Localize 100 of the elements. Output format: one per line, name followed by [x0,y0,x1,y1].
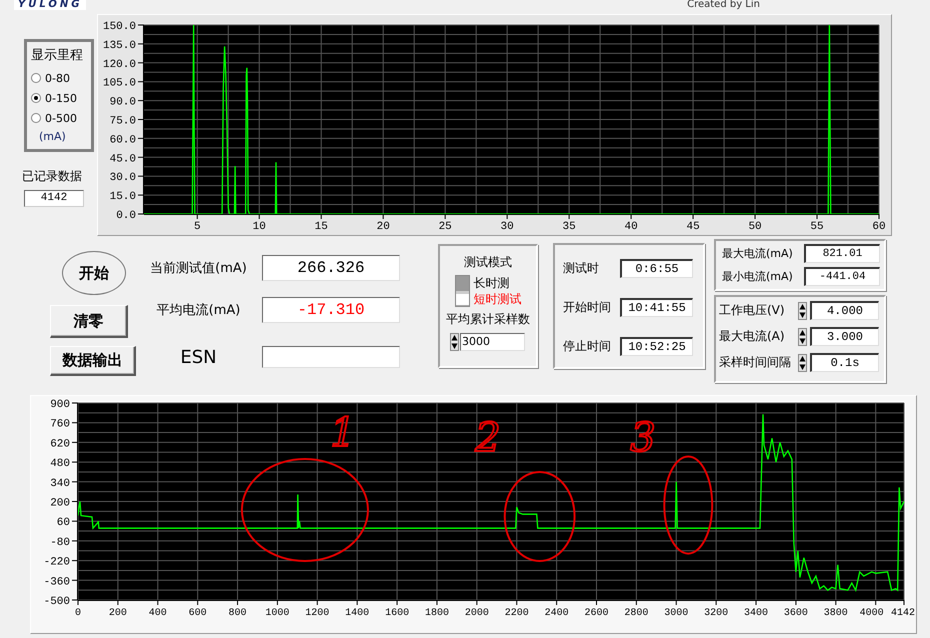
x-tick-label: 15 [314,221,328,233]
spinner-icon[interactable] [450,333,459,351]
y-tick-label: 30.0 [110,172,136,184]
y-tick-label: 105.0 [102,78,136,90]
y-tick-label: 90.0 [110,96,136,109]
y-tick-label: 480 [50,458,70,470]
extreme-field: -441.04 [804,267,880,286]
mode-option-label: 长时测 [474,275,510,291]
time-label: 开始时间 [563,299,611,316]
unit-label: (mA) [39,130,67,143]
setting-field[interactable]: 3.000 [810,327,879,346]
time-field: 10:41:55 [620,298,693,317]
x-tick-label: 25 [438,221,452,233]
x-tick-label: 3000 [664,608,688,619]
x-tick-label: 3400 [744,608,768,619]
action-button[interactable]: 数据输出 [50,346,136,376]
x-tick-label: 30 [500,221,514,233]
x-tick-label: 3800 [824,608,848,619]
x-tick-label: 3200 [704,608,728,619]
setting-label: 工作电压(V) [719,302,786,319]
group-title: 测试模式 [464,254,512,271]
x-tick-label: 20 [376,221,390,233]
handwritten-number: 1 [330,410,356,456]
group-title: 显示里程 [31,47,84,64]
extreme-label: 最大电流(mA) [722,246,793,261]
x-tick-label: 4000 [860,608,884,619]
mode-option-label: 短时测试 [474,291,522,307]
spinner-icon[interactable] [798,354,807,372]
time-label: 测试时 [563,260,599,277]
y-tick-label: 75.0 [110,116,136,128]
y-tick-label: 60 [56,517,70,530]
x-tick-label: 1800 [424,608,449,619]
x-tick-label: 55 [810,221,824,233]
y-tick-label: 150.0 [102,21,136,33]
radio-option[interactable]: 0-500 [31,108,89,128]
x-tick-label: 3600 [784,608,808,619]
switch-segment[interactable] [456,276,468,291]
reading-label: ESN [179,346,218,368]
extreme-label: 最小电流(mA) [722,269,793,284]
y-tick-label: 760 [50,418,70,431]
reading-label: 当前测试值(mA) [149,260,248,277]
y-tick-label: 120.0 [102,58,136,71]
x-tick-label: 2000 [464,608,489,619]
x-tick-label: 10 [252,221,266,233]
x-tick-label: 400 [148,608,167,619]
x-tick-label: 35 [562,221,576,233]
x-tick-label: 800 [228,608,247,619]
x-tick-label: 60 [872,221,886,233]
x-tick-label: 600 [188,608,207,619]
y-tick-label: -80 [50,536,70,549]
time-field: 0:6:55 [620,259,693,278]
handwritten-number: 3 [630,414,656,461]
x-tick-label: 2600 [584,608,608,619]
y-tick-label: 0.0 [116,210,136,222]
reading-field: 266.326 [262,255,400,281]
y-tick-label: 340 [50,478,70,490]
setting-label: 最大电流(A) [719,328,786,345]
x-tick-label: 1000 [265,608,290,619]
x-tick-label: 2200 [504,608,529,619]
handwritten-number: 2 [475,414,501,461]
y-tick-label: -360 [44,576,70,588]
record-count-field: 4142 [24,190,84,207]
y-tick-label: -220 [44,556,70,569]
y-tick-label: 15.0 [110,191,136,204]
x-tick-label: 0 [75,608,81,619]
x-tick-label: 40 [624,221,638,233]
x-tick-label: 50 [748,221,762,233]
reading-label: 平均电流(mA) [156,302,242,319]
x-tick-label: 4142 [891,608,916,619]
y-tick-label: 60.0 [110,134,136,146]
x-tick-label: 200 [108,608,127,619]
extreme-field: 821.01 [804,244,880,263]
time-label: 停止时间 [563,338,611,355]
radio-option[interactable]: 0-80 [31,68,89,88]
x-tick-label: 1200 [305,608,330,619]
y-tick-label: 135.0 [102,40,136,52]
mode-switch[interactable] [454,275,470,307]
y-tick-label: -500 [44,596,70,608]
spinner-icon[interactable] [798,328,807,346]
time-field: 10:52:25 [620,337,693,356]
x-tick-label: 45 [686,221,700,233]
y-tick-label: 45.0 [110,153,136,166]
samples-field[interactable]: 3000 [460,333,525,351]
start-button[interactable]: 开始 [62,251,126,295]
y-tick-label: 900 [50,399,70,411]
x-tick-label: 5 [194,221,201,233]
setting-label: 采样时间间隔 [719,354,792,371]
switch-segment[interactable] [456,291,468,306]
radio-option[interactable]: 0-150 [31,88,89,108]
y-tick-label: 200 [50,498,70,510]
setting-field[interactable]: 0.1s [810,353,879,372]
action-button[interactable]: 清零 [50,305,128,338]
spinner-icon[interactable] [798,302,807,320]
record-count-label: 已记录数据 [22,168,82,185]
x-tick-label: 1600 [385,608,410,619]
x-tick-label: 2400 [544,608,569,619]
x-tick-label: 2800 [624,608,648,619]
reading-field: -17.310 [262,297,400,323]
setting-field[interactable]: 4.000 [810,301,879,320]
y-tick-label: 620 [50,438,70,450]
